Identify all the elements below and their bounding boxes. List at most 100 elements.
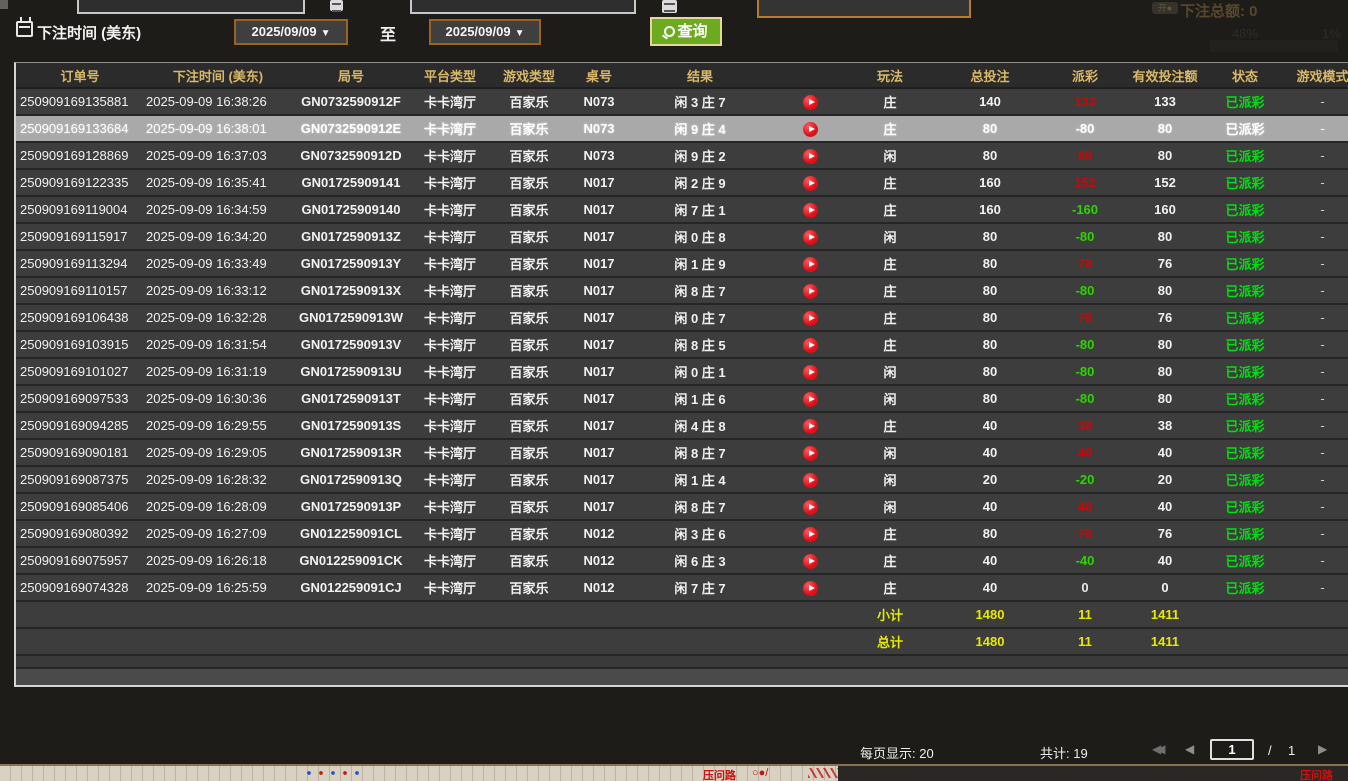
cell-play_icon [770, 250, 850, 277]
cell-payout: -160 [1050, 196, 1120, 223]
col-header-3: 平台类型 [410, 63, 490, 88]
summary-cell [144, 628, 292, 655]
page-number-input[interactable] [1210, 739, 1254, 760]
cell-play: 庄 [850, 277, 930, 304]
cell-game: 百家乐 [490, 88, 568, 115]
table-row[interactable]: 2509091691336842025-09-09 16:38:01GN0732… [16, 115, 1348, 142]
cell-table: N017 [568, 223, 630, 250]
caret-down-icon: ▼ [321, 28, 331, 39]
table-row[interactable]: 2509091690942852025-09-09 16:29:55GN0172… [16, 412, 1348, 439]
cell-total: 80 [930, 250, 1050, 277]
col-header-8: 玩法 [850, 63, 930, 88]
cell-payout: 40 [1050, 493, 1120, 520]
prev-page-button[interactable]: ◀ [1185, 742, 1194, 756]
replay-icon[interactable] [803, 527, 818, 542]
table-row[interactable]: 2509091690901812025-09-09 16:29:05GN0172… [16, 439, 1348, 466]
cell-time: 2025-09-09 16:28:32 [144, 466, 292, 493]
cell-round: GN0172590913W [292, 304, 410, 331]
table-row[interactable]: 2509091691132942025-09-09 16:33:49GN0172… [16, 250, 1348, 277]
table-row[interactable]: 2509091690873752025-09-09 16:28:32GN0172… [16, 466, 1348, 493]
cell-order: 250909169097533 [16, 385, 144, 412]
cell-platform: 卡卡湾厅 [410, 196, 490, 223]
replay-icon[interactable] [803, 392, 818, 407]
cell-payout: -80 [1050, 385, 1120, 412]
replay-icon[interactable] [803, 338, 818, 353]
bets-table: 订单号下注时间 (美东)局号平台类型游戏类型桌号结果玩法总投注派彩有效投注额状态… [16, 63, 1348, 685]
table-row[interactable]: 2509091691159172025-09-09 16:34:20GN0172… [16, 223, 1348, 250]
summary-cell: 小计 [850, 601, 930, 628]
table-row[interactable]: 2509091691223352025-09-09 16:35:41GN0172… [16, 169, 1348, 196]
cell-payout: 133 [1050, 88, 1120, 115]
table-row[interactable]: 2509091691101572025-09-09 16:33:12GN0172… [16, 277, 1348, 304]
table-row[interactable]: 2509091690975332025-09-09 16:30:36GN0172… [16, 385, 1348, 412]
table-row[interactable]: 2509091691288692025-09-09 16:37:03GN0732… [16, 142, 1348, 169]
cell-play_icon [770, 439, 850, 466]
cell-valid: 160 [1120, 196, 1210, 223]
replay-icon[interactable] [803, 419, 818, 434]
next-page-button[interactable]: ▶ [1318, 742, 1327, 756]
cell-play: 庄 [850, 88, 930, 115]
table-row[interactable]: 2509091691010272025-09-09 16:31:19GN0172… [16, 358, 1348, 385]
replay-icon[interactable] [803, 284, 818, 299]
cell-result: 闲 0 庄 1 [630, 358, 770, 385]
cell-payout: -40 [1050, 547, 1120, 574]
replay-icon[interactable] [803, 176, 818, 191]
replay-icon[interactable] [803, 446, 818, 461]
cell-play_icon [770, 574, 850, 601]
replay-icon[interactable] [803, 203, 818, 218]
pagination-bar: 每页显示: 20 共计: 19 ◀◀ ◀ / 1 ▶ [0, 736, 1348, 765]
replay-icon[interactable] [803, 473, 818, 488]
replay-icon[interactable] [803, 581, 818, 596]
table-row[interactable]: 2509091690854062025-09-09 16:28:09GN0172… [16, 493, 1348, 520]
table-row[interactable]: 2509091690743282025-09-09 16:25:59GN0122… [16, 574, 1348, 601]
date-from-picker[interactable]: 2025/09/09▼ [234, 19, 348, 45]
cell-round: GN0172590913X [292, 277, 410, 304]
replay-icon[interactable] [803, 257, 818, 272]
col-header-5: 桌号 [568, 63, 630, 88]
cell-table: N073 [568, 115, 630, 142]
replay-icon[interactable] [803, 230, 818, 245]
cell-order: 250909169085406 [16, 493, 144, 520]
list-icon[interactable] [330, 0, 343, 11]
cell-result: 闲 9 庄 2 [630, 142, 770, 169]
replay-icon[interactable] [803, 365, 818, 380]
total-count-label: 共计: 19 [1040, 743, 1088, 762]
replay-icon[interactable] [803, 311, 818, 326]
col-header-11: 有效投注额 [1120, 63, 1210, 88]
first-page-button[interactable]: ◀◀ [1152, 742, 1160, 756]
table-row[interactable]: 2509091691064382025-09-09 16:32:28GN0172… [16, 304, 1348, 331]
cell-game: 百家乐 [490, 277, 568, 304]
replay-icon[interactable] [803, 554, 818, 569]
cell-round: GN0732590912D [292, 142, 410, 169]
cell-order: 250909169101027 [16, 358, 144, 385]
cell-round: GN012259091CK [292, 547, 410, 574]
cell-platform: 卡卡湾厅 [410, 88, 490, 115]
table-row[interactable]: 2509091691190042025-09-09 16:34:59GN0172… [16, 196, 1348, 223]
cell-valid: 40 [1120, 439, 1210, 466]
cell-mode: - [1280, 547, 1348, 574]
replay-icon[interactable] [803, 122, 818, 137]
bets-table-wrap: 订单号下注时间 (美东)局号平台类型游戏类型桌号结果玩法总投注派彩有效投注额状态… [14, 62, 1348, 687]
replay-icon[interactable] [803, 95, 818, 110]
table-row[interactable]: 2509091690759572025-09-09 16:26:18GN0122… [16, 547, 1348, 574]
cell-play_icon [770, 520, 850, 547]
cell-game: 百家乐 [490, 223, 568, 250]
replay-icon[interactable] [803, 500, 818, 515]
table-row[interactable]: 2509091691358812025-09-09 16:38:26GN0732… [16, 88, 1348, 115]
query-button[interactable]: 查询 [650, 17, 722, 46]
cell-table: N073 [568, 142, 630, 169]
cell-round: GN0172590913P [292, 493, 410, 520]
cell-payout: 76 [1050, 250, 1120, 277]
table-row[interactable]: 2509091690803922025-09-09 16:27:09GN0122… [16, 520, 1348, 547]
filter-input-2[interactable] [410, 0, 636, 14]
cell-valid: 76 [1120, 250, 1210, 277]
list-icon[interactable] [662, 0, 677, 13]
replay-icon[interactable] [803, 149, 818, 164]
cell-total: 80 [930, 304, 1050, 331]
filter-input-1[interactable] [77, 0, 305, 14]
cell-valid: 0 [1120, 574, 1210, 601]
cell-payout: 40 [1050, 439, 1120, 466]
date-to-picker[interactable]: 2025/09/09▼ [429, 19, 541, 45]
table-row[interactable]: 2509091691039152025-09-09 16:31:54GN0172… [16, 331, 1348, 358]
cell-result: 闲 2 庄 9 [630, 169, 770, 196]
